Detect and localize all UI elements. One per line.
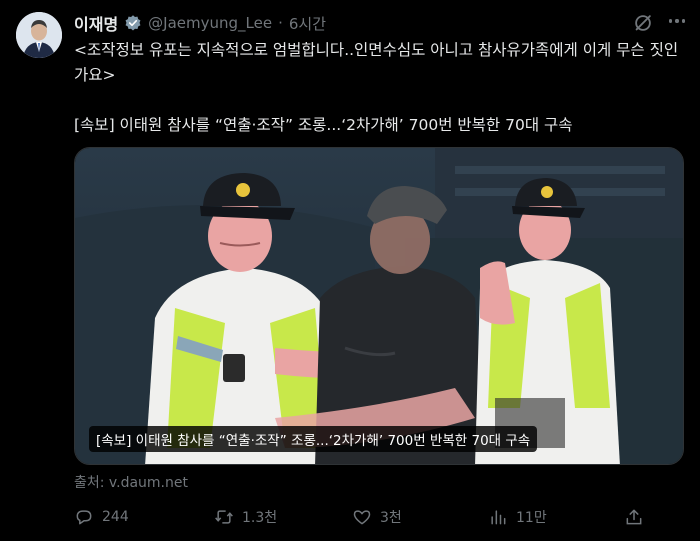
avatar-image xyxy=(16,12,62,58)
more-icon[interactable] xyxy=(666,10,688,32)
views-icon xyxy=(491,510,506,525)
separator-dot: · xyxy=(278,14,283,32)
verified-badge-icon xyxy=(125,15,141,31)
avatar[interactable] xyxy=(16,12,62,58)
like-count: 3천 xyxy=(380,510,402,526)
post-time[interactable]: 6시간 xyxy=(289,13,326,34)
action-bar: 244 1.3천 3천 11만 xyxy=(74,503,684,531)
author-name[interactable]: 이재명 xyxy=(74,11,118,35)
repost-icon xyxy=(215,510,233,524)
like-icon xyxy=(353,510,371,525)
tweet-text: <조작정보 유포는 지속적으로 엄벌합니다..인면수심도 아니고 참사유가족에게… xyxy=(74,38,684,138)
share-button[interactable] xyxy=(624,503,644,531)
grok-icon[interactable] xyxy=(632,12,654,34)
card-source[interactable]: 출처: v.daum.net xyxy=(74,472,188,492)
tweet-header: 이재명 @Jaemyung_Lee · 6시간 xyxy=(74,10,326,36)
views-button[interactable]: 11만 xyxy=(488,503,547,531)
link-card[interactable]: [속보] 이태원 참사를 “연출·조작” 조롱...‘2차가해’ 700번 반복… xyxy=(74,147,684,465)
reply-button[interactable]: 244 xyxy=(74,503,129,531)
like-button[interactable]: 3천 xyxy=(352,503,402,531)
reply-count: 244 xyxy=(102,509,129,525)
share-icon xyxy=(626,509,642,525)
card-illustration xyxy=(75,148,683,464)
tweet-text-line-2: [속보] 이태원 참사를 “연출·조작” 조롱...‘2차가해’ 700번 반복… xyxy=(74,116,573,134)
repost-count: 1.3천 xyxy=(242,510,278,526)
repost-button[interactable]: 1.3천 xyxy=(214,503,277,531)
reply-icon xyxy=(76,510,92,525)
card-caption: [속보] 이태원 참사를 “연출·조작” 조롱...‘2차가해’ 700번 반복… xyxy=(89,426,538,452)
tweet-text-line-1: <조작정보 유포는 지속적으로 엄벌합니다..인면수심도 아니고 참사유가족에게… xyxy=(74,41,679,84)
views-count: 11만 xyxy=(516,510,547,526)
author-handle[interactable]: @Jaemyung_Lee xyxy=(148,14,272,32)
